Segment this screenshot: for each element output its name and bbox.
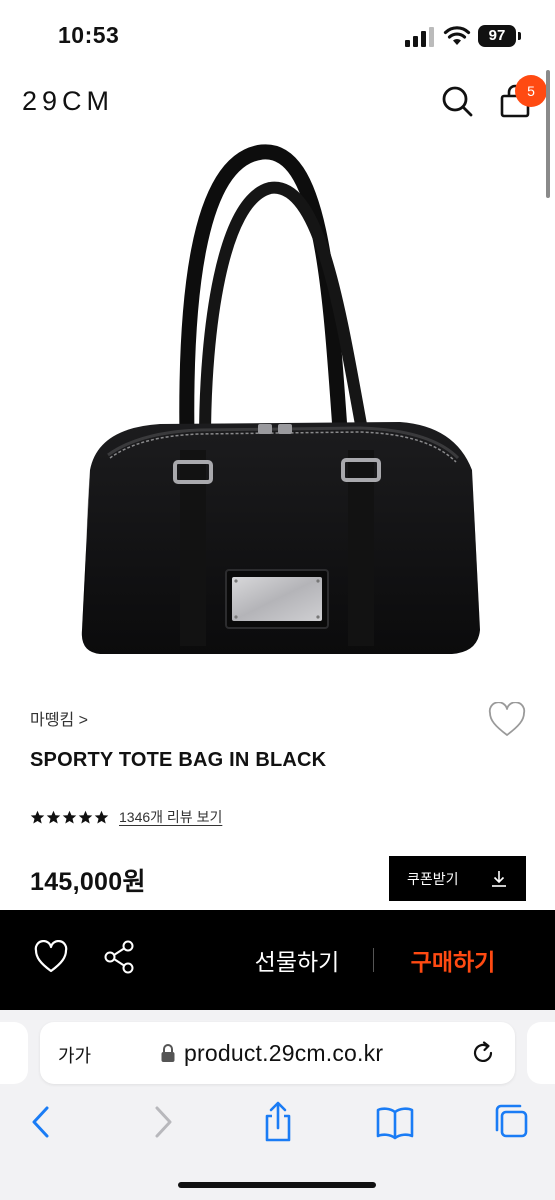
brand-link[interactable]: 마뗑킴 > — [30, 706, 88, 730]
star-icon — [62, 810, 77, 823]
previous-tab-preview[interactable] — [0, 1022, 28, 1084]
star-icon — [94, 810, 109, 823]
app-header: 29CM — [0, 64, 555, 140]
product-title: SPORTY TOTE BAG IN BLACK — [30, 749, 327, 771]
rating-row: 1346개 리뷰 보기 — [30, 806, 222, 828]
forward-icon[interactable] — [140, 1100, 184, 1144]
home-indicator — [178, 1182, 376, 1188]
reload-icon[interactable] — [470, 1040, 496, 1066]
site-logo[interactable]: 29CM — [22, 86, 114, 117]
bookmarks-icon[interactable] — [373, 1100, 417, 1144]
bar-divider — [373, 948, 374, 972]
star-icon — [30, 810, 45, 823]
buy-button[interactable]: 구매하기 — [393, 943, 513, 975]
purchase-bar: 선물하기 구매하기 — [0, 910, 555, 1010]
product-image[interactable] — [0, 140, 555, 680]
url-text: product.29cm.co.kr — [184, 1039, 384, 1066]
browser-chrome: 가가 product.29cm.co.kr — [0, 1010, 555, 1200]
back-icon[interactable] — [20, 1100, 64, 1144]
wifi-icon — [443, 26, 471, 45]
status-time: 10:53 — [58, 22, 120, 48]
coupon-button[interactable]: 쿠폰받기 — [389, 856, 526, 901]
url-display[interactable]: product.29cm.co.kr — [160, 1038, 383, 1068]
battery-nub — [518, 32, 521, 40]
next-tab-preview[interactable] — [527, 1022, 555, 1084]
share-icon[interactable] — [102, 939, 136, 975]
cart-count-badge: 5 — [515, 75, 547, 107]
heart-icon[interactable] — [33, 940, 69, 974]
star-icon — [78, 810, 93, 823]
cellular-signal-icon — [405, 27, 434, 47]
gift-button[interactable]: 선물하기 — [238, 943, 356, 975]
share-sheet-icon[interactable] — [256, 1100, 300, 1144]
tabs-icon[interactable] — [490, 1100, 534, 1144]
browser-toolbar — [0, 1100, 555, 1160]
download-icon — [492, 870, 506, 887]
star-icon — [46, 810, 61, 823]
coupon-label: 쿠폰받기 — [407, 870, 459, 887]
product-price: 145,000원 — [30, 868, 146, 896]
heart-outline-icon[interactable] — [487, 702, 527, 738]
text-size-button[interactable]: 가가 — [58, 1042, 91, 1068]
star-rating — [30, 810, 109, 825]
battery-indicator: 97 — [478, 25, 516, 47]
status-bar: 10:53 97 — [0, 0, 555, 64]
review-link[interactable]: 1346개 리뷰 보기 — [119, 807, 222, 827]
search-icon[interactable] — [438, 82, 478, 122]
lock-icon — [161, 1044, 175, 1062]
address-bar[interactable]: 가가 product.29cm.co.kr — [40, 1022, 515, 1084]
